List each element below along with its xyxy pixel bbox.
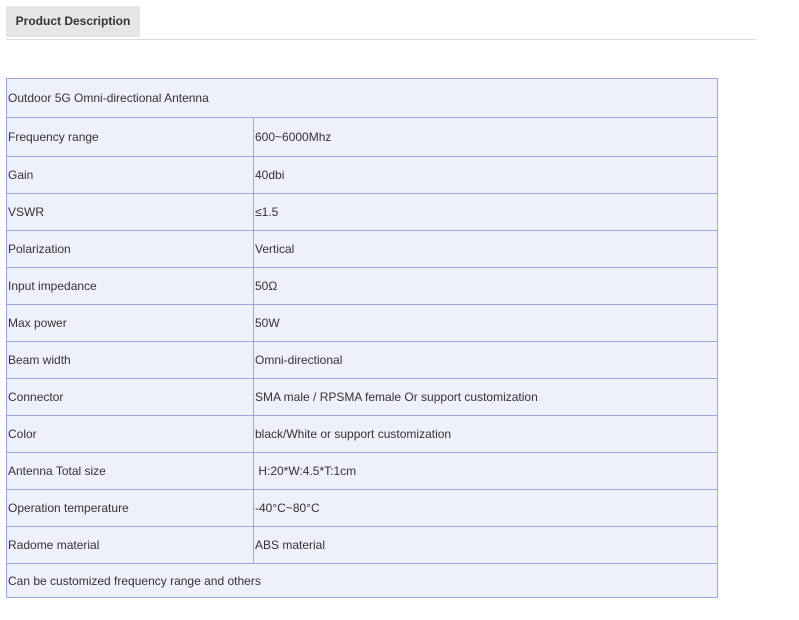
table-row: Gain 40dbi <box>6 156 718 194</box>
table-row: Operation temperature -40°C~80°C <box>6 489 718 527</box>
table-row: VSWR ≤1.5 <box>6 193 718 231</box>
spec-label: Connector <box>6 378 254 416</box>
tab-product-description[interactable]: Product Description <box>6 6 140 37</box>
table-row: Polarization Vertical <box>6 230 718 268</box>
spec-value: 600~6000Mhz <box>253 117 718 157</box>
table-row: Radome material ABS material <box>6 526 718 564</box>
spec-label: Max power <box>6 304 254 342</box>
spec-value: Omni-directional <box>253 341 718 379</box>
table-row: Beam width Omni-directional <box>6 341 718 379</box>
table-row: Input impedance 50Ω <box>6 267 718 305</box>
table-row: Color black/White or support customizati… <box>6 415 718 453</box>
table-row: Antenna Total size H:20*W:4.5*T:1cm <box>6 452 718 490</box>
spec-label: Operation temperature <box>6 489 254 527</box>
table-footer-note: Can be customized frequency range and ot… <box>6 563 718 598</box>
spec-label: Frequency range <box>6 117 254 157</box>
spec-value: black/White or support customization <box>253 415 718 453</box>
spec-value: ABS material <box>253 526 718 564</box>
table-footer-row: Can be customized frequency range and ot… <box>6 563 718 598</box>
spec-value: 40dbi <box>253 156 718 194</box>
spec-value: SMA male / RPSMA female Or support custo… <box>253 378 718 416</box>
spec-value: -40°C~80°C <box>253 489 718 527</box>
table-title: Outdoor 5G Omni-directional Antenna <box>6 78 718 118</box>
tab-bar: Product Description <box>6 6 756 40</box>
spec-value: 50Ω <box>253 267 718 305</box>
table-row: Frequency range 600~6000Mhz <box>6 117 718 157</box>
spec-value: ≤1.5 <box>253 193 718 231</box>
spec-value: Vertical <box>253 230 718 268</box>
spec-value: 50W <box>253 304 718 342</box>
spec-label: Polarization <box>6 230 254 268</box>
table-title-row: Outdoor 5G Omni-directional Antenna <box>6 78 718 118</box>
spec-label: Input impedance <box>6 267 254 305</box>
spec-label: Radome material <box>6 526 254 564</box>
spec-label: Beam width <box>6 341 254 379</box>
product-page: Product Description Outdoor 5G Omni-dire… <box>0 0 799 620</box>
spec-value: H:20*W:4.5*T:1cm <box>253 452 718 490</box>
table-row: Max power 50W <box>6 304 718 342</box>
spec-label: VSWR <box>6 193 254 231</box>
spec-label: Antenna Total size <box>6 452 254 490</box>
spec-label: Color <box>6 415 254 453</box>
table-row: Connector SMA male / RPSMA female Or sup… <box>6 378 718 416</box>
spec-table: Outdoor 5G Omni-directional Antenna Freq… <box>6 78 718 598</box>
spec-label: Gain <box>6 156 254 194</box>
